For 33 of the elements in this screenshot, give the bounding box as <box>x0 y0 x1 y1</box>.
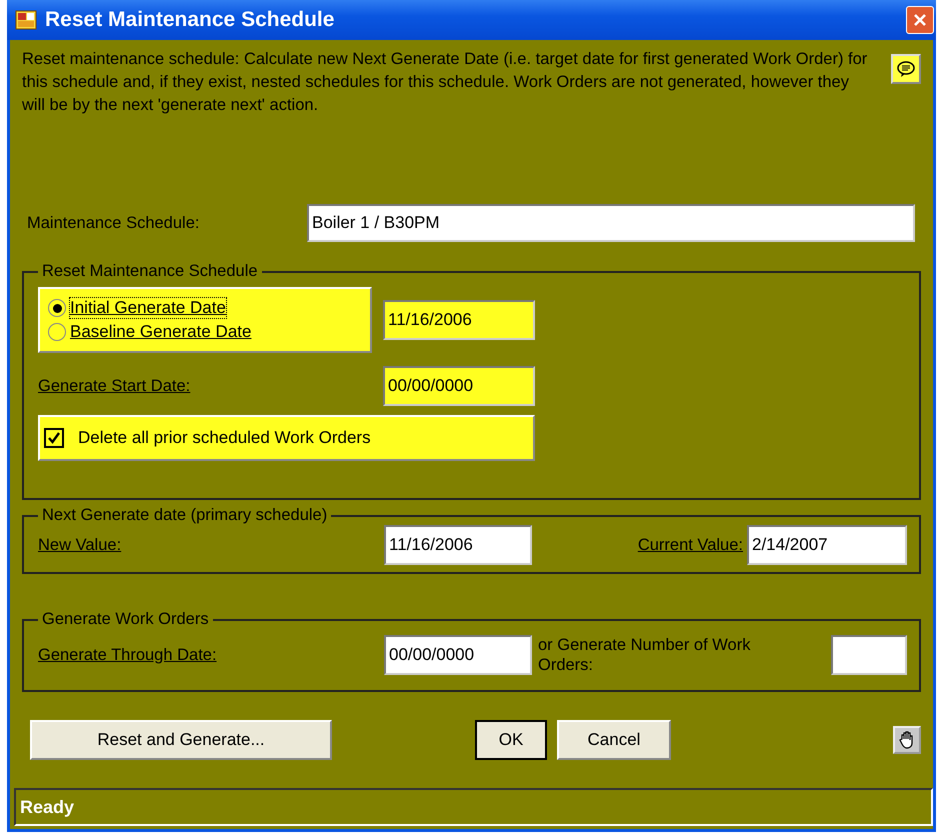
radio-button[interactable] <box>48 323 66 341</box>
radio-option[interactable]: Initial Generate Date <box>48 298 362 318</box>
button[interactable]: Cancel <box>557 720 671 760</box>
field-label: New Value: <box>38 536 122 554</box>
input-field[interactable]: Boiler 1 / B30PM <box>307 204 915 242</box>
button[interactable]: Reset and Generate... <box>30 720 332 760</box>
radio-button[interactable] <box>48 299 66 317</box>
checkbox-option[interactable]: Delete all prior scheduled Work Orders <box>38 415 535 461</box>
group-title: Generate Work Orders <box>41 610 210 629</box>
app-icon <box>15 10 37 30</box>
input-field[interactable]: 2/14/2007 <box>747 525 907 565</box>
radio-option[interactable]: Baseline Generate Date <box>48 322 362 342</box>
field-label: Maintenance Schedule: <box>26 214 200 232</box>
speech-bubble-icon[interactable] <box>891 54 921 84</box>
input-field[interactable]: 11/16/2006 <box>384 525 532 565</box>
group-title: Reset Maintenance Schedule <box>41 262 259 281</box>
input-field[interactable] <box>831 635 907 675</box>
window-title: Reset Maintenance Schedule <box>45 8 336 32</box>
description-text: Reset maintenance schedule: Calculate new Next Generate Date (i.e. target date for first generated Work Order) for this schedule and, if they exist, nested schedules for this schedule. Work Orders are not generated, however they will be by the next 'generate next' action. <box>22 49 868 116</box>
field-label: Generate Start Date: <box>38 376 190 396</box>
input-field[interactable]: 00/00/0000 <box>383 366 535 406</box>
group-title: Next Generate date (primary schedule) <box>41 506 328 525</box>
close-button[interactable] <box>906 6 934 34</box>
button[interactable]: OK <box>475 720 547 760</box>
close-icon[interactable] <box>912 12 928 28</box>
checkbox[interactable] <box>44 428 64 448</box>
field-label: Generate Through Date: <box>38 646 218 664</box>
input-field[interactable]: 11/16/2006 <box>383 300 535 340</box>
status-bar: Ready <box>14 788 933 826</box>
field-label: or Generate Number of Work Orders: <box>538 635 752 675</box>
field-label: Current Value: <box>638 536 743 554</box>
input-field[interactable]: 00/00/0000 <box>384 635 532 675</box>
hand-icon[interactable] <box>893 726 921 754</box>
